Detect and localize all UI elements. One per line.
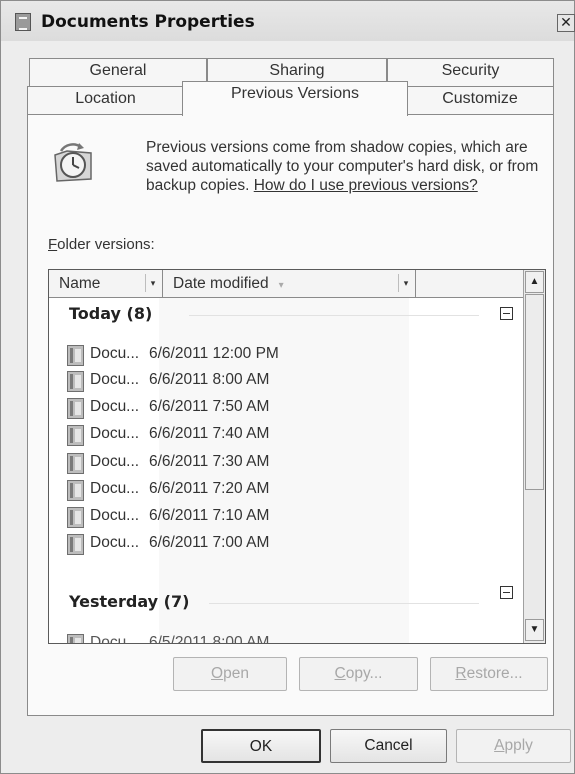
tab-previous-versions[interactable]: Previous Versions [182,81,408,116]
collapse-group-icon[interactable] [500,307,513,320]
item-name: Docu... [90,425,140,442]
properties-dialog: Documents Properties ✕ General Sharing S… [0,0,575,774]
tab-location[interactable]: Location [27,86,184,115]
item-name: Docu... [90,534,140,551]
apply-button-label: pply [504,737,533,754]
list-item[interactable]: Docu... 6/6/2011 12:00 PM [67,343,507,369]
open-button-label: pen [223,665,249,682]
list-item[interactable]: Docu... 6/6/2011 7:20 AM [67,478,507,504]
scroll-down-button[interactable]: ▼ [525,619,544,641]
folder-versions-mnemonic: F [48,236,58,253]
item-name: Docu... [90,453,140,470]
item-name: Docu... [90,345,140,362]
list-item[interactable]: Docu... 6/6/2011 7:10 AM [67,505,507,531]
item-date: 6/6/2011 7:30 AM [149,453,270,470]
item-date: 6/6/2011 7:00 AM [149,534,270,551]
item-date: 6/6/2011 8:00 AM [149,371,270,388]
copy-button-label: opy... [345,665,383,682]
vertical-scrollbar[interactable]: ▲ ▼ [523,270,545,643]
folder-icon [67,371,84,392]
folder-versions-list[interactable]: Name ▾ Date modified ▾ ▾ Today (8) Docu..… [48,269,546,644]
copy-button[interactable]: Copy... [299,657,418,691]
sort-arrow-icon: ▾ [278,280,284,291]
tab-customize[interactable]: Customize [406,86,554,115]
help-link[interactable]: How do I use previous versions? [254,177,478,194]
item-date: 6/6/2011 7:10 AM [149,507,270,524]
folder-icon [67,634,84,643]
window-title: Documents Properties [41,12,255,32]
folder-icon [67,425,84,446]
name-filter-dropdown[interactable]: ▾ [145,274,160,292]
scroll-thumb[interactable] [525,294,544,490]
column-header-date-modified[interactable]: Date modified ▾ [163,270,416,297]
item-date: 6/6/2011 7:50 AM [149,398,270,415]
list-item[interactable]: Docu... 6/5/2011 8:00 AM [67,632,507,644]
folder-icon [67,507,84,528]
group-divider [209,603,479,604]
item-name: Docu... [90,371,140,388]
open-button[interactable]: Open [173,657,287,691]
tab-security[interactable]: Security [387,58,554,88]
tab-general[interactable]: General [29,58,207,88]
folder-icon [67,534,84,555]
item-name: Docu... [90,398,140,415]
title-bar: Documents Properties ✕ [1,1,575,41]
group-header-yesterday: Yesterday (7) [69,592,190,611]
folder-documents-icon [15,13,31,31]
apply-button[interactable]: Apply [456,729,571,763]
item-date: 6/6/2011 7:40 AM [149,425,270,442]
apply-button-mnemonic: A [494,737,505,754]
folder-versions-label: Folder versions: [48,236,155,253]
date-filter-dropdown[interactable]: ▾ [398,274,413,292]
open-button-mnemonic: O [211,665,224,682]
restore-button-label: estore... [466,665,523,682]
list-header: Name ▾ Date modified ▾ ▾ [49,270,523,298]
list-item[interactable]: Docu... 6/6/2011 7:00 AM [67,532,507,558]
item-date: 6/6/2011 7:20 AM [149,480,270,497]
folder-icon [67,453,84,474]
list-item[interactable]: Docu... 6/6/2011 7:50 AM [67,396,507,422]
item-name: Docu... [90,507,140,524]
folder-versions-label-rest: older versions: [57,236,155,253]
copy-button-mnemonic: C [334,665,346,682]
item-date: 6/5/2011 8:00 AM [149,634,270,644]
folder-icon [67,345,84,366]
info-description: Previous versions come from shadow copie… [146,138,541,195]
item-date: 6/6/2011 12:00 PM [149,345,279,362]
group-divider [189,315,479,316]
cancel-button[interactable]: Cancel [330,729,447,763]
folder-icon [67,398,84,419]
list-item[interactable]: Docu... 6/6/2011 8:00 AM [67,369,507,395]
group-header-today: Today (8) [69,304,153,323]
close-button[interactable]: ✕ [557,14,575,32]
item-name: Docu... [90,634,140,644]
folder-icon [67,480,84,501]
restore-button-mnemonic: R [455,665,467,682]
collapse-group-icon[interactable] [500,586,513,599]
item-name: Docu... [90,480,140,497]
ok-button[interactable]: OK [201,729,321,763]
list-item[interactable]: Docu... 6/6/2011 7:30 AM [67,451,507,477]
restore-button[interactable]: Restore... [430,657,548,691]
column-header-date-label: Date modified [173,275,269,292]
previous-versions-clock-icon [54,143,92,182]
list-item[interactable]: Docu... 6/6/2011 7:40 AM [67,423,507,449]
scroll-up-button[interactable]: ▲ [525,271,544,293]
column-header-name-label: Name [59,275,101,292]
